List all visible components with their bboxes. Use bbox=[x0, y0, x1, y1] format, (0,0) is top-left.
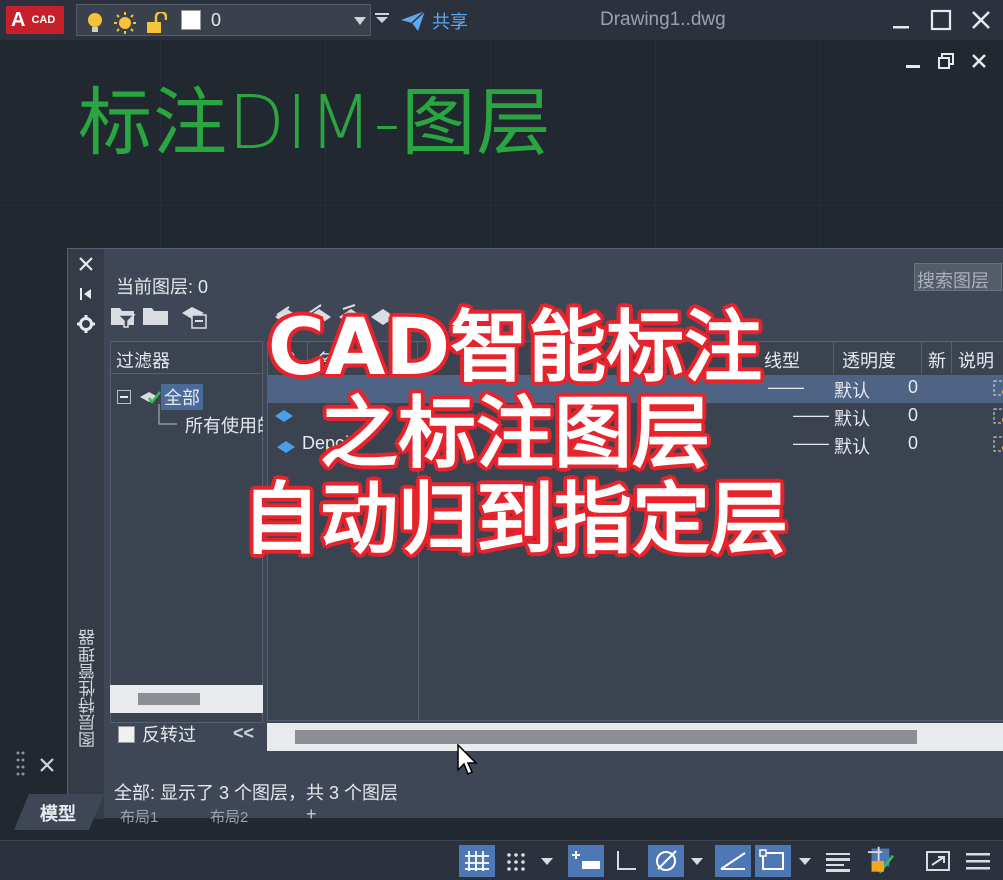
sun-icon bbox=[114, 12, 136, 34]
grid-line bbox=[0, 205, 1003, 206]
ortho-mode-icon[interactable] bbox=[610, 845, 642, 877]
mouse-cursor-icon bbox=[457, 744, 478, 776]
share-button[interactable]: 共享 bbox=[400, 8, 468, 34]
layer-list-horizontal-scrollbar[interactable] bbox=[267, 723, 1003, 751]
filter-horizontal-scrollbar[interactable] bbox=[110, 685, 263, 713]
drawing-close-icon[interactable] bbox=[971, 53, 987, 69]
scrollbar-thumb[interactable] bbox=[295, 730, 917, 744]
object-snap-icon[interactable] bbox=[755, 845, 791, 877]
search-layers-input[interactable]: 搜索图层 bbox=[914, 263, 1002, 291]
scrollbar-thumb[interactable] bbox=[138, 693, 200, 705]
app-menu-button[interactable]: A CAD bbox=[6, 6, 64, 34]
column-description[interactable]: 说明 bbox=[952, 342, 1003, 374]
customization-menu-icon[interactable] bbox=[962, 845, 994, 877]
layer-transparency: 0 bbox=[908, 433, 919, 453]
vp-freeze-icon[interactable] bbox=[993, 436, 1003, 454]
tab-layout1[interactable]: 布局1 bbox=[120, 806, 158, 827]
chevron-down-icon[interactable] bbox=[354, 17, 366, 25]
palette-side-strip: 图层特性管理器 bbox=[68, 249, 104, 819]
drawing-minimize-icon[interactable] bbox=[905, 53, 921, 69]
paper-plane-icon bbox=[401, 10, 426, 31]
grid-icon[interactable] bbox=[459, 845, 495, 877]
invert-filter-checkbox[interactable] bbox=[118, 725, 135, 743]
drawing-text-entity[interactable]: 标注DIM-图层 bbox=[78, 86, 551, 160]
overlay-line-1: CAD智能标注 bbox=[267, 303, 763, 393]
polar-dropdown-icon[interactable] bbox=[688, 845, 706, 877]
command-line-close-icon[interactable] bbox=[38, 756, 56, 774]
lineweight-icon[interactable] bbox=[822, 845, 854, 877]
share-label: 共享 bbox=[432, 12, 468, 32]
bulb-icon bbox=[88, 13, 102, 32]
current-layer-value: 0 bbox=[211, 10, 222, 30]
isometric-drafting-icon[interactable] bbox=[715, 845, 751, 877]
column-new-vp-freeze[interactable]: 新 bbox=[922, 342, 952, 374]
invert-filter-option[interactable]: 反转过 bbox=[118, 721, 196, 747]
palette-close-icon[interactable] bbox=[77, 255, 95, 273]
layer-color-swatch bbox=[181, 10, 201, 30]
tree-connector bbox=[158, 404, 177, 425]
title-bar: A CAD 0 共享 Drawing1..dwg bbox=[0, 0, 1003, 40]
cad-window: A CAD 0 共享 Drawing1..dwg 标注DIM-图层 图层特性管理… bbox=[0, 0, 1003, 880]
collapse-icon[interactable] bbox=[117, 390, 131, 404]
fullscreen-icon[interactable] bbox=[922, 845, 954, 877]
column-transparency[interactable]: 透明度 bbox=[834, 342, 922, 374]
close-icon[interactable] bbox=[965, 4, 997, 36]
auto-hide-icon[interactable] bbox=[77, 285, 95, 303]
maximize-icon[interactable] bbox=[925, 4, 957, 36]
polar-tracking-icon[interactable] bbox=[648, 845, 684, 877]
new-property-filter-icon[interactable] bbox=[110, 303, 138, 329]
status-bar bbox=[0, 840, 1003, 880]
layer-linetype: 默认 bbox=[834, 437, 870, 457]
snap-mode-icon[interactable] bbox=[500, 845, 532, 877]
layer-transparency: 0 bbox=[908, 377, 919, 397]
snap-dropdown-icon[interactable] bbox=[538, 845, 556, 877]
app-logo-text: CAD bbox=[31, 14, 56, 26]
vp-freeze-icon[interactable] bbox=[993, 380, 1003, 398]
unlock-icon bbox=[147, 12, 167, 33]
palette-vertical-title: 图层特性管理器 bbox=[79, 629, 98, 748]
vp-freeze-icon[interactable] bbox=[993, 408, 1003, 426]
quick-access-dropdown-icon[interactable] bbox=[375, 13, 389, 23]
new-group-filter-icon[interactable] bbox=[142, 303, 170, 329]
layer-linetype: 默认 bbox=[834, 381, 870, 401]
overlay-caption: CAD智能标注 之标注图层 自动归到指定层 bbox=[195, 305, 835, 563]
tab-layout2[interactable]: 布局2 bbox=[210, 806, 248, 827]
layer-linetype: 默认 bbox=[834, 409, 870, 429]
invert-filter-label: 反转过 bbox=[142, 725, 196, 745]
annotation-monitor-icon[interactable] bbox=[862, 845, 906, 877]
object-snap-dropdown-icon[interactable] bbox=[796, 845, 814, 877]
minimize-icon[interactable] bbox=[885, 4, 917, 36]
app-logo-letter: A bbox=[11, 8, 26, 31]
current-layer-label: 当前图层: 0 bbox=[116, 277, 209, 297]
tab-model[interactable]: 模型 bbox=[40, 800, 76, 826]
layer-dropdown[interactable]: 0 bbox=[76, 4, 371, 36]
overlay-line-3: 自动归到指定层 bbox=[241, 475, 788, 565]
gear-icon[interactable] bbox=[77, 315, 95, 333]
command-line-grip[interactable] bbox=[10, 744, 68, 784]
document-title: Drawing1..dwg bbox=[600, 9, 726, 30]
overlay-line-2: 之标注图层 bbox=[319, 389, 710, 479]
dynamic-input-icon[interactable] bbox=[568, 845, 604, 877]
tab-add-layout[interactable]: + bbox=[306, 804, 317, 825]
layer-transparency: 0 bbox=[908, 405, 919, 425]
drawing-restore-icon[interactable] bbox=[938, 53, 954, 69]
collapse-filter-pane-button[interactable]: << bbox=[233, 723, 254, 744]
grip-dots-icon[interactable] bbox=[16, 750, 26, 780]
